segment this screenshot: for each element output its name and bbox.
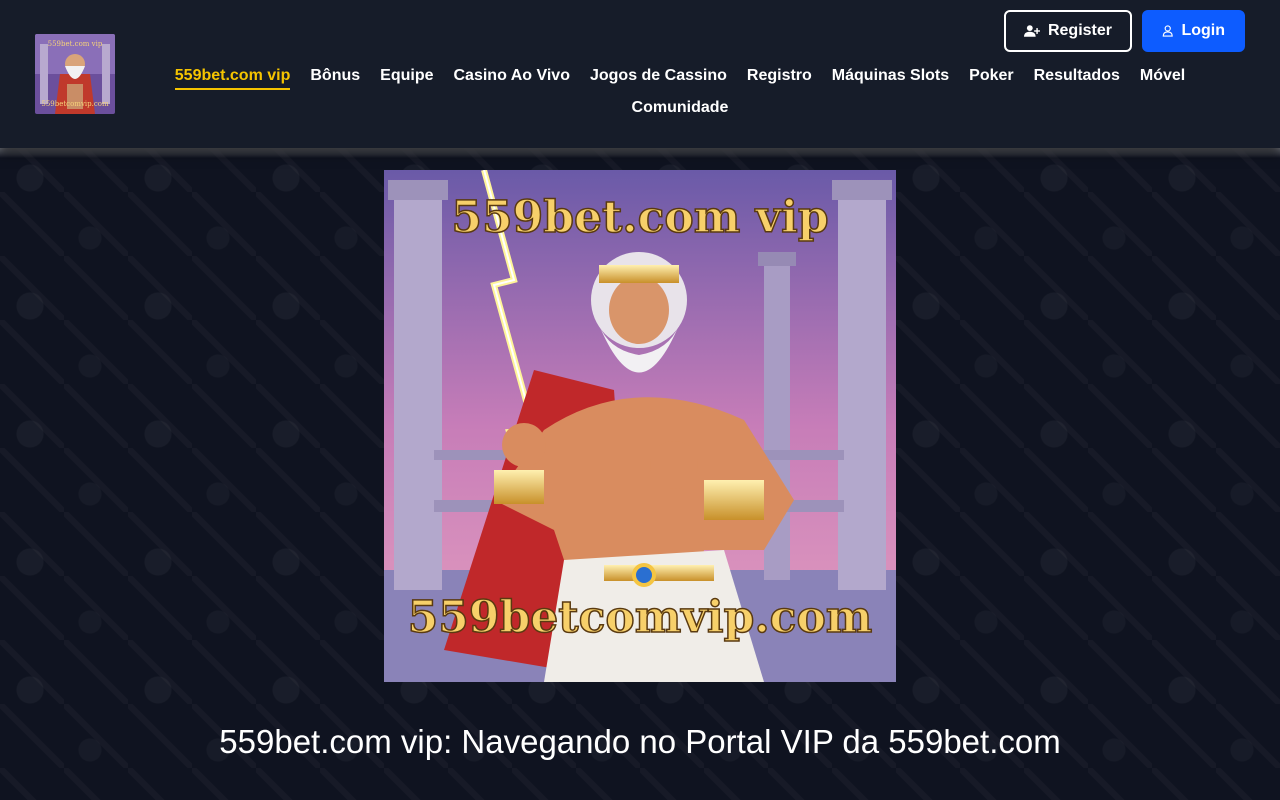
nav-item-comunidade[interactable]: Comunidade [632, 98, 729, 120]
nav-item-registro[interactable]: Registro [747, 66, 812, 90]
register-label: Register [1047, 22, 1112, 39]
logo-image: 559bet.com vip 559betcomvip.com [35, 34, 115, 114]
login-button[interactable]: Login [1142, 10, 1245, 52]
register-button[interactable]: Register [1004, 10, 1132, 52]
site-header: 559bet.com vip 559betcomvip.com Register… [0, 0, 1280, 148]
hero-bottom-text: 559betcomvip.com [408, 592, 873, 643]
nav-item-resultados[interactable]: Resultados [1034, 66, 1120, 90]
logo-top-text: 559bet.com vip [48, 40, 103, 48]
user-icon [1162, 25, 1173, 37]
hero-top-text: 559bet.com vip [451, 192, 828, 243]
user-plus-icon [1024, 25, 1040, 37]
nav-item-movel[interactable]: Móvel [1140, 66, 1185, 90]
nav-item-559bet-vip[interactable]: 559bet.com vip [174, 66, 291, 90]
site-logo[interactable]: 559bet.com vip 559betcomvip.com [35, 34, 115, 114]
nav-item-equipe[interactable]: Equipe [380, 66, 433, 90]
login-label: Login [1181, 22, 1225, 39]
nav-item-bonus[interactable]: Bônus [310, 66, 360, 90]
hero-banner-image: 559bet.com vip 559betcomvip.com [384, 170, 896, 682]
nav-item-jogos-de-cassino[interactable]: Jogos de Cassino [590, 66, 727, 90]
nav-item-casino-ao-vivo[interactable]: Casino Ao Vivo [454, 66, 570, 90]
auth-buttons: Register Login [1004, 10, 1245, 52]
page-title: 559bet.com vip: Navegando no Portal VIP … [219, 723, 1061, 760]
main-nav: 559bet.com vip Bônus Equipe Casino Ao Vi… [160, 66, 1200, 120]
logo-bottom-text: 559betcomvip.com [41, 100, 109, 108]
nav-item-poker[interactable]: Poker [969, 66, 1013, 90]
nav-item-maquinas-slots[interactable]: Máquinas Slots [832, 66, 949, 90]
